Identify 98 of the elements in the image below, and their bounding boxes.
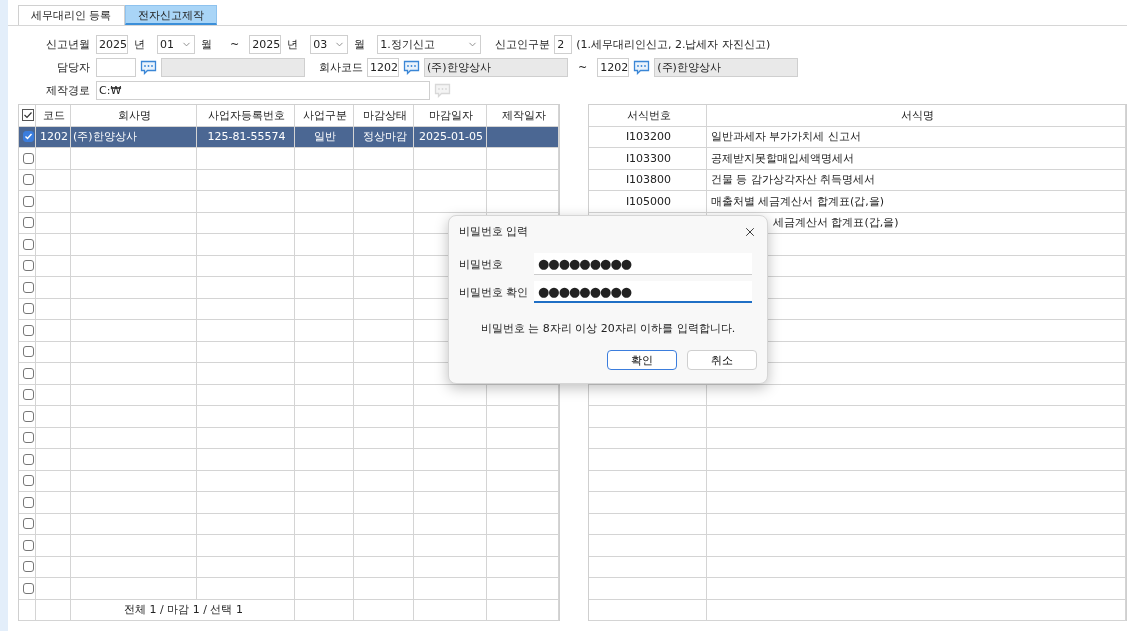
dialog-title: 비밀번호 입력 bbox=[459, 224, 529, 239]
checkbox[interactable] bbox=[22, 195, 34, 207]
footer-cell bbox=[354, 599, 414, 621]
column-header: 제작일자 bbox=[501, 107, 546, 123]
column-header: 서식번호 bbox=[626, 107, 671, 123]
password-field[interactable]: ●●●●●●●●● bbox=[534, 253, 752, 275]
table-cell: 세금계산서 합계표(갑,을) bbox=[773, 215, 899, 231]
password-field[interactable]: ●●●●●●●●● bbox=[534, 281, 752, 303]
checkbox[interactable] bbox=[22, 346, 34, 358]
table-cell: 일반 bbox=[314, 129, 336, 145]
table-row[interactable] bbox=[589, 513, 1126, 535]
table-cell: 매출처별 세금계산서 합계표(갑,을) bbox=[711, 193, 885, 209]
table-row[interactable]: I103200 일반과세자 부가가치세 신고서 bbox=[589, 126, 1126, 148]
tab[interactable]: 세무대리인 등록 bbox=[18, 5, 125, 25]
checkbox[interactable] bbox=[22, 303, 34, 315]
column-header: 사업자등록번호 bbox=[208, 107, 285, 123]
checkbox[interactable] bbox=[22, 389, 34, 401]
checkbox[interactable] bbox=[22, 260, 34, 272]
checkbox[interactable] bbox=[22, 561, 34, 573]
table-cell: I103200 bbox=[625, 130, 672, 144]
month-select[interactable]: 01 bbox=[157, 34, 195, 54]
table-cell: 공제받지못할매입세액명세서 bbox=[711, 150, 854, 166]
chat-bubble-icon[interactable] bbox=[403, 59, 420, 75]
table-cell: I105000 bbox=[625, 194, 672, 208]
checkbox[interactable] bbox=[22, 496, 34, 508]
table-cell: I103800 bbox=[625, 173, 672, 187]
unit-label: 월 bbox=[201, 36, 212, 52]
select-all-checkbox[interactable] bbox=[22, 109, 34, 122]
column-header: 사업구분 bbox=[303, 107, 347, 123]
column-header: 마감상태 bbox=[362, 107, 407, 123]
input-field[interactable] bbox=[96, 57, 136, 77]
field-label: 비밀번호 확인 bbox=[459, 284, 530, 300]
chat-bubble-icon[interactable] bbox=[140, 59, 157, 75]
table-cell: 125-81-55574 bbox=[207, 130, 286, 144]
table-row[interactable] bbox=[589, 449, 1126, 471]
table-cell: 정상마감 bbox=[362, 129, 407, 145]
input-field[interactable]: 2 bbox=[554, 34, 573, 54]
cancel-button[interactable]: 취소 bbox=[687, 350, 757, 370]
checkbox[interactable] bbox=[22, 432, 34, 444]
checkbox[interactable] bbox=[22, 152, 34, 164]
column-header: 회사명 bbox=[118, 107, 151, 123]
checkbox[interactable] bbox=[22, 453, 34, 465]
checkbox[interactable] bbox=[22, 367, 34, 379]
tilde-separator: ~ bbox=[578, 60, 588, 74]
table-cell: 2025-01-05 bbox=[419, 130, 483, 144]
checkbox[interactable] bbox=[22, 324, 34, 336]
checkbox[interactable] bbox=[22, 410, 34, 422]
input-field[interactable]: 1202 bbox=[597, 57, 630, 77]
table-row[interactable] bbox=[589, 427, 1126, 449]
checkbox[interactable] bbox=[22, 238, 34, 250]
unit-label: 년 bbox=[287, 36, 299, 52]
hint-text: 비밀번호 는 8자리 이상 20자리 이하를 입력합니다. bbox=[479, 321, 737, 336]
table-row[interactable] bbox=[589, 492, 1126, 514]
input-field[interactable]: C:₩ bbox=[96, 80, 430, 100]
table-row[interactable] bbox=[589, 470, 1126, 492]
hint-text: (1.세무대리인신고, 2.납세자 자진신고) bbox=[576, 36, 771, 52]
confirm-button[interactable]: 확인 bbox=[607, 350, 677, 370]
field-label: 신고인구분 bbox=[495, 36, 551, 52]
checkbox[interactable] bbox=[22, 217, 34, 229]
input-field[interactable]: 1202 bbox=[367, 57, 399, 77]
checkbox[interactable] bbox=[22, 281, 34, 293]
checkbox[interactable] bbox=[22, 539, 34, 551]
table-row[interactable] bbox=[589, 406, 1126, 428]
table-cell: 1202 bbox=[40, 130, 68, 144]
checkbox[interactable] bbox=[22, 131, 34, 143]
table-cell: I103300 bbox=[625, 151, 672, 165]
type-select[interactable]: 1.정기신고 bbox=[377, 34, 482, 54]
checkbox[interactable] bbox=[22, 174, 34, 186]
table-row[interactable] bbox=[589, 578, 1126, 600]
table-cell: 건물 등 감가상각자산 취득명세서 bbox=[711, 172, 876, 188]
unit-label: 월 bbox=[354, 36, 366, 52]
summary-text: 전체 1 / 마감 1 / 선택 1 bbox=[124, 602, 243, 618]
month-select[interactable]: 03 bbox=[310, 34, 349, 54]
column-header: 마감일자 bbox=[429, 107, 473, 123]
field-label: 제작경로 bbox=[45, 82, 90, 98]
input-field[interactable]: 2025 bbox=[96, 34, 128, 54]
table-row[interactable]: I105000 매출처별 세금계산서 합계표(갑,을) bbox=[589, 191, 1126, 213]
table-row[interactable] bbox=[589, 535, 1126, 557]
field-label: 담당자 bbox=[56, 59, 90, 75]
table-cell: (주)한양상사 bbox=[73, 129, 137, 145]
tilde-separator: ~ bbox=[230, 37, 240, 51]
checkbox[interactable] bbox=[22, 582, 34, 594]
chat-bubble-icon[interactable] bbox=[633, 59, 651, 75]
table-row[interactable] bbox=[589, 556, 1126, 578]
table-row[interactable]: I103300 공제받지못할매입세액명세서 bbox=[589, 148, 1126, 170]
field-label: 신고년월 bbox=[45, 36, 90, 52]
tab[interactable]: 전자신고제작 bbox=[124, 5, 217, 25]
checkbox[interactable] bbox=[22, 518, 34, 530]
column-header: 서식명 bbox=[900, 107, 934, 123]
table-row[interactable]: I103800 건물 등 감가상각자산 취득명세서 bbox=[589, 169, 1126, 191]
unit-label: 년 bbox=[134, 36, 145, 52]
column-header: 코드 bbox=[43, 107, 65, 123]
field-label: 비밀번호 bbox=[459, 256, 504, 272]
field-label: 회사코드 bbox=[319, 59, 363, 75]
checkbox[interactable] bbox=[22, 475, 34, 487]
input-field[interactable]: 2025 bbox=[249, 34, 282, 54]
table-row[interactable]: 1202 (주)한양상사 125-81-55574 일반 정상마감 2025-01-05 bbox=[19, 126, 559, 148]
table-cell: 일반과세자 부가가치세 신고서 bbox=[711, 129, 861, 145]
